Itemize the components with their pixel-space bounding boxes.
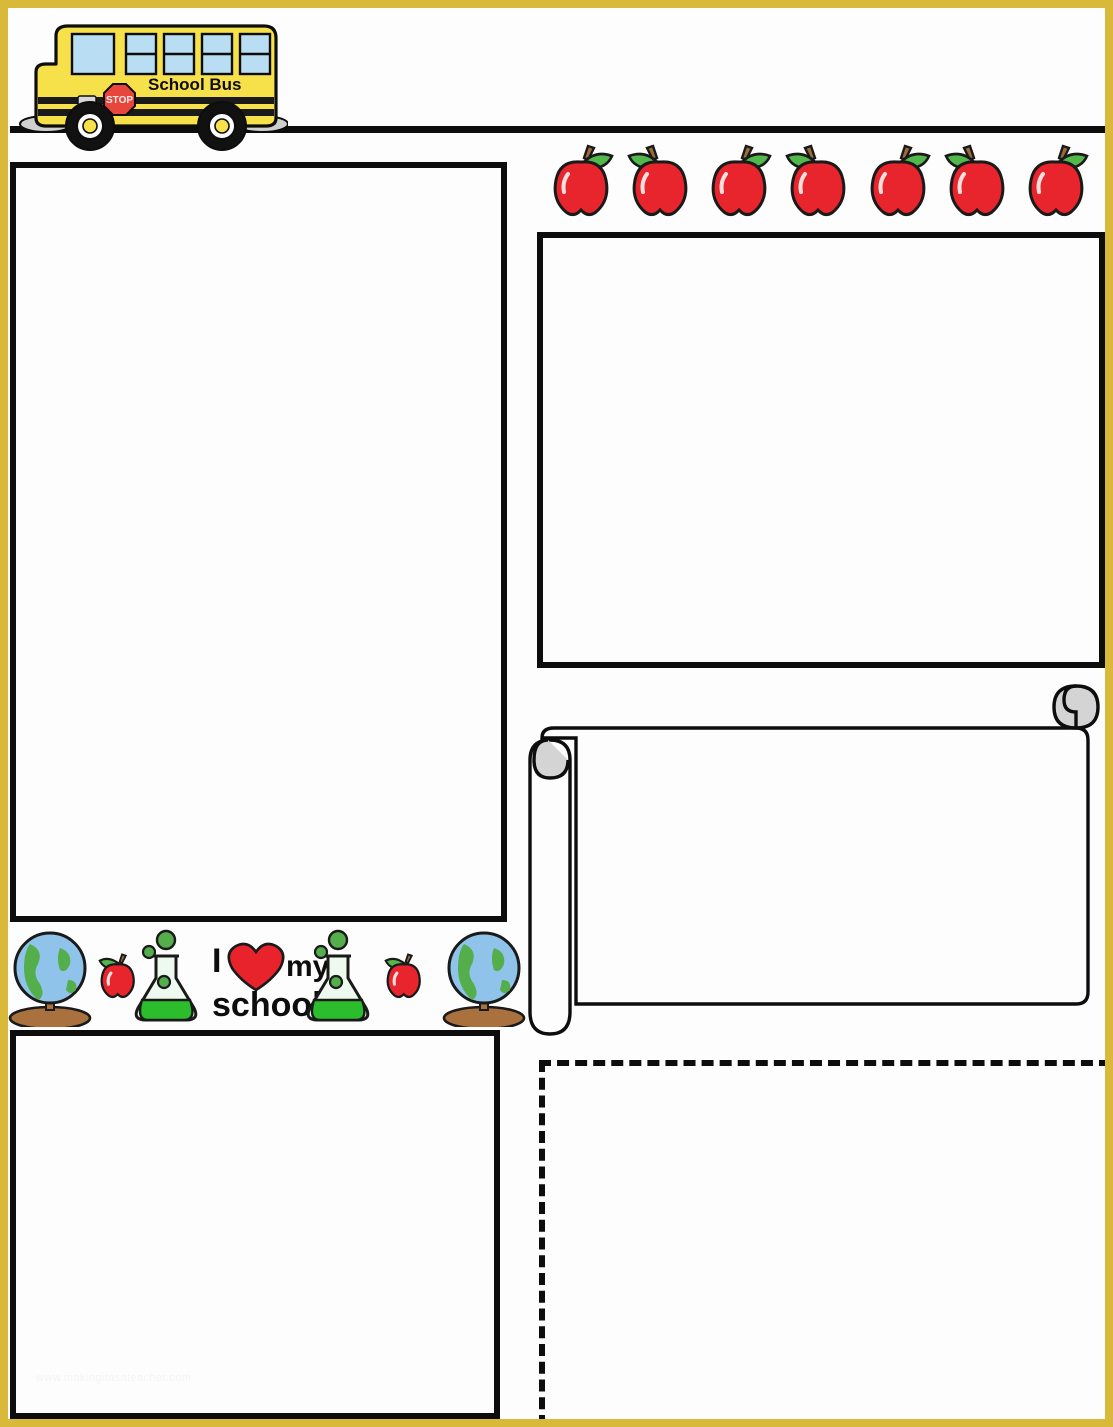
apple-icon <box>785 144 846 217</box>
heart-icon <box>227 942 285 992</box>
apple-icon <box>870 144 931 217</box>
flask-icon <box>134 929 198 1022</box>
scroll-note-box[interactable] <box>520 682 1113 1046</box>
bus-label-text: School Bus <box>148 75 242 94</box>
globe-icon <box>442 931 526 1027</box>
apple-icon <box>627 144 688 217</box>
scroll-roll-top-right <box>1052 684 1100 730</box>
banner-line-1-i: I <box>212 942 221 980</box>
apple-icon <box>384 953 421 999</box>
main-article-box[interactable] <box>10 162 507 922</box>
i-love-my-school-banner: I my school! <box>8 922 528 1027</box>
site-watermark: www.makingitasateacher.com <box>36 1372 192 1384</box>
reminders-box[interactable] <box>539 1060 1111 1427</box>
apple-icon <box>1028 144 1089 217</box>
globe-icon <box>8 931 92 1027</box>
announcements-box[interactable] <box>537 232 1105 668</box>
apple-icon <box>553 144 614 217</box>
apple-icon <box>944 144 1005 217</box>
stop-sign-text: STOP <box>106 95 133 106</box>
apple-icon <box>98 953 135 999</box>
apple-icon <box>711 144 773 217</box>
newsletter-page: School Bus STOP I my school! www.makingi… <box>0 0 1113 1427</box>
apple-border-strip <box>546 142 1091 220</box>
secondary-article-box[interactable] <box>10 1030 500 1419</box>
school-bus-icon: School Bus STOP <box>0 14 308 154</box>
scroll-roll-left <box>528 738 572 1036</box>
